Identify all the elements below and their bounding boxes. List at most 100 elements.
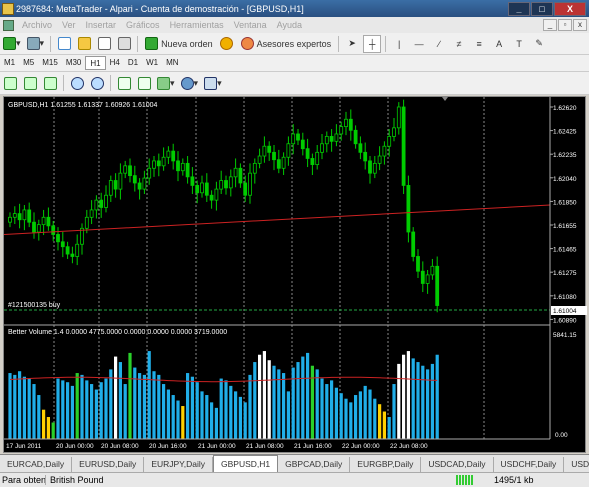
- zoom-in-button[interactable]: [68, 74, 86, 92]
- tab-usdjpy[interactable]: USDJ: [564, 457, 589, 472]
- volume-bar: [181, 406, 185, 439]
- volume-bar: [90, 384, 94, 439]
- expert-advisors-label: Asesores expertos: [256, 38, 332, 49]
- cursor-button[interactable]: ➤: [343, 35, 361, 53]
- menu-ayuda[interactable]: Ayuda: [272, 20, 307, 30]
- candle-chart-button[interactable]: [21, 74, 39, 92]
- tf-h4[interactable]: H4: [106, 56, 124, 70]
- tab-eurjpy[interactable]: EURJPY,Daily: [144, 457, 214, 472]
- periods-button[interactable]: ▾: [179, 74, 201, 92]
- candle-body: [156, 160, 161, 167]
- tab-eurcad[interactable]: EURCAD,Daily: [0, 457, 73, 472]
- vertical-line-button[interactable]: |: [390, 35, 408, 53]
- volume-bar: [46, 417, 50, 439]
- candle-body: [358, 143, 363, 153]
- tab-eurusd[interactable]: EURUSD,Daily: [72, 457, 145, 472]
- tf-m30[interactable]: M30: [62, 56, 86, 70]
- status-traffic: 1495/1 kb: [494, 475, 534, 485]
- new-chart-button[interactable]: ▾: [1, 35, 23, 53]
- tf-m15[interactable]: M15: [38, 56, 62, 70]
- tf-h1[interactable]: H1: [85, 56, 106, 70]
- price-label: 1.61275: [553, 270, 577, 277]
- volume-bar: [152, 371, 156, 439]
- warning-button[interactable]: [218, 35, 236, 53]
- menu-ver[interactable]: Ver: [57, 20, 81, 30]
- volume-bar: [430, 363, 434, 439]
- volume-bar: [258, 354, 262, 439]
- chart-shift-button[interactable]: [135, 74, 153, 92]
- navigator-button[interactable]: [75, 35, 93, 53]
- mdi-close-button[interactable]: x: [573, 19, 587, 31]
- bar-chart-icon: [3, 76, 17, 90]
- timeframe-toolbar: M1 M5 M15 M30 H1 H4 D1 W1 MN: [0, 55, 589, 72]
- chart-window-icon: [3, 19, 14, 31]
- channel-button[interactable]: ≠: [450, 35, 468, 53]
- candle-body: [214, 188, 219, 201]
- volume-bar: [138, 373, 142, 439]
- window-title: 2987684: MetaTrader - Alpari - Cuenta de…: [16, 3, 304, 14]
- zoom-out-button[interactable]: [88, 74, 106, 92]
- volume-bar: [402, 354, 406, 439]
- volume-bar: [334, 387, 338, 439]
- candle-body: [123, 165, 128, 174]
- trendline-button[interactable]: ∕: [430, 35, 448, 53]
- tester-button[interactable]: [115, 35, 133, 53]
- candle-body: [435, 265, 440, 306]
- templates-button[interactable]: ▾: [202, 74, 224, 92]
- tf-d1[interactable]: D1: [124, 56, 142, 70]
- volume-bar: [114, 356, 118, 439]
- candle-body: [248, 172, 252, 196]
- tab-eurgbp[interactable]: EURGBP,Daily: [350, 457, 422, 472]
- tf-m1[interactable]: M1: [0, 56, 19, 70]
- price-label: 1.60890: [553, 317, 577, 324]
- mdi-restore-button[interactable]: ▫: [558, 19, 572, 31]
- fibonacci-button[interactable]: ≡: [470, 35, 488, 53]
- terminal-button[interactable]: [95, 35, 113, 53]
- text-button[interactable]: A: [490, 35, 508, 53]
- menu-herramientas[interactable]: Herramientas: [165, 20, 229, 30]
- tab-usdcad[interactable]: USDCAD,Daily: [421, 457, 494, 472]
- tab-gbpcad[interactable]: GBPCAD,Daily: [278, 457, 351, 472]
- profiles-button[interactable]: ▾: [25, 35, 47, 53]
- volume-bar: [195, 382, 199, 439]
- tf-w1[interactable]: W1: [142, 56, 162, 70]
- volume-bar: [296, 362, 300, 439]
- menu-graficos[interactable]: Gráficos: [121, 20, 165, 30]
- horizontal-line-button[interactable]: —: [410, 35, 428, 53]
- menu-insertar[interactable]: Insertar: [81, 20, 122, 30]
- menu-ventana[interactable]: Ventana: [229, 20, 272, 30]
- close-button[interactable]: X: [554, 1, 586, 16]
- time-label: 21 Jun 16:00: [294, 443, 332, 450]
- tab-gbpusd[interactable]: GBPUSD,H1: [213, 455, 279, 472]
- volume-bar: [94, 389, 98, 439]
- candle-body: [70, 253, 75, 257]
- candle-body: [416, 256, 420, 272]
- volume-bar: [61, 380, 65, 439]
- volume-bar: [387, 417, 391, 439]
- mdi-minimize-button[interactable]: _: [543, 19, 557, 31]
- arrows-button[interactable]: ✎: [530, 35, 548, 53]
- volume-bar: [32, 384, 36, 439]
- chart-window[interactable]: GBPUSD,H1 1.61255 1.61337 1.60926 1.6100…: [3, 96, 587, 454]
- indicators-button[interactable]: ▾: [155, 74, 177, 92]
- new-order-button[interactable]: Nueva orden: [142, 35, 216, 53]
- expert-advisors-button[interactable]: Asesores expertos: [238, 35, 335, 53]
- crosshair-button[interactable]: ┼: [363, 34, 382, 53]
- tf-mn[interactable]: MN: [162, 56, 182, 70]
- menu-archivo[interactable]: Archivo: [17, 20, 57, 30]
- text-label-button[interactable]: T: [510, 35, 528, 53]
- tab-usdchf[interactable]: USDCHF,Daily: [494, 457, 565, 472]
- bar-chart-button[interactable]: [1, 74, 19, 92]
- line-chart-button[interactable]: [41, 74, 59, 92]
- maximize-button[interactable]: □: [531, 1, 553, 16]
- volume-bar: [392, 384, 396, 439]
- price-label: 1.61655: [553, 223, 577, 230]
- tf-m5[interactable]: M5: [19, 56, 38, 70]
- market-watch-button[interactable]: [55, 35, 73, 53]
- chart-canvas[interactable]: GBPUSD,H1 1.61255 1.61337 1.60926 1.6100…: [3, 97, 587, 454]
- candle-body: [84, 216, 89, 229]
- volume-bar: [262, 351, 266, 439]
- volume-bar: [166, 389, 170, 439]
- minimize-button[interactable]: _: [508, 1, 530, 16]
- auto-scroll-button[interactable]: [115, 74, 133, 92]
